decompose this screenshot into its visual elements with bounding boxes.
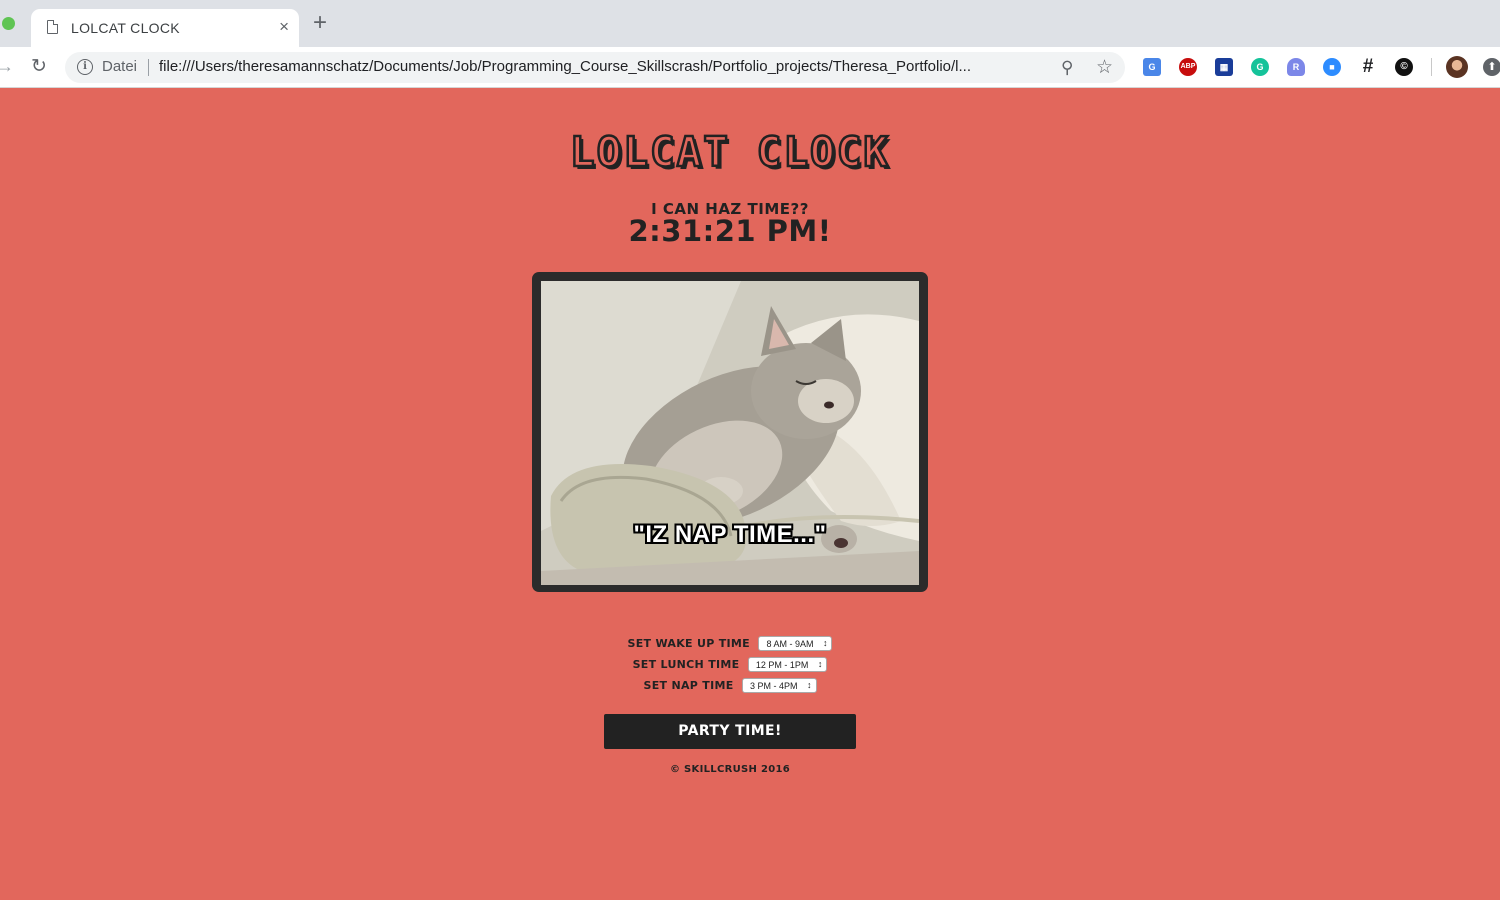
zoom-icon[interactable]: ■	[1323, 58, 1341, 76]
update-icon[interactable]: ⬆	[1483, 58, 1500, 76]
copyright-extension-icon[interactable]: ©	[1395, 58, 1413, 76]
sleeping-kitten-image: "IZ NAP TIME..."	[541, 281, 919, 585]
tab-bar: LOLCAT CLOCK × +	[0, 0, 1500, 47]
forward-icon[interactable]: →	[0, 56, 14, 77]
url-input[interactable]: file:///Users/theresamannschatz/Document…	[159, 58, 1049, 75]
browser-toolbar: → ↻ i Datei file:///Users/theresamannsch…	[0, 47, 1500, 88]
hashtag-icon[interactable]: #	[1359, 57, 1377, 76]
lunch-label: SET LUNCH TIME	[632, 658, 740, 672]
toolbar-divider	[1431, 58, 1432, 76]
address-bar[interactable]: i Datei file:///Users/theresamannschatz/…	[65, 52, 1125, 83]
grid-extension-icon[interactable]: ▦	[1215, 58, 1233, 76]
reload-icon[interactable]: ↻	[31, 55, 47, 78]
wake-up-select[interactable]: 8 AM - 9AM	[758, 636, 833, 652]
window-control-icon[interactable]	[2, 17, 15, 30]
nap-label: SET NAP TIME	[643, 679, 734, 693]
page-title: LOLCAT CLOCK	[569, 127, 891, 178]
document-icon	[47, 20, 58, 34]
wake-up-label: SET WAKE UP TIME	[627, 637, 750, 651]
lunch-select[interactable]: 12 PM - 1PM	[747, 657, 828, 673]
nap-select[interactable]: 3 PM - 4PM	[741, 678, 817, 694]
browser-tab[interactable]: LOLCAT CLOCK ×	[31, 9, 299, 47]
image-caption: "IZ NAP TIME..."	[633, 521, 827, 548]
divider	[148, 59, 149, 76]
footer-copyright: © SKILLCRUSH 2016	[669, 764, 791, 775]
grammarly-icon[interactable]: G	[1251, 58, 1269, 76]
site-info-label[interactable]: Datei	[102, 58, 137, 75]
clock-display: 2:31:21 PM!	[628, 214, 832, 248]
new-tab-button[interactable]: +	[313, 11, 327, 35]
magnifier-icon[interactable]: ⚲	[1061, 58, 1073, 78]
lunch-setting: SET LUNCH TIME 12 PM - 1PM	[0, 656, 1460, 674]
lolcat-image-frame: "IZ NAP TIME..."	[532, 272, 928, 592]
adblock-plus-icon[interactable]: ABP	[1179, 58, 1197, 76]
party-time-button[interactable]: PARTY TIME!	[604, 714, 856, 749]
profile-avatar[interactable]	[1446, 56, 1468, 78]
nap-setting: SET NAP TIME 3 PM - 4PM	[0, 677, 1460, 695]
close-icon[interactable]: ×	[279, 17, 289, 37]
r-extension-icon[interactable]: R	[1287, 58, 1305, 76]
tab-title: LOLCAT CLOCK	[71, 20, 180, 36]
wake-up-setting: SET WAKE UP TIME 8 AM - 9AM	[0, 635, 1460, 653]
google-translate-icon[interactable]: G	[1143, 58, 1161, 76]
info-icon[interactable]: i	[77, 59, 93, 75]
bookmark-star-icon[interactable]: ☆	[1096, 56, 1113, 79]
